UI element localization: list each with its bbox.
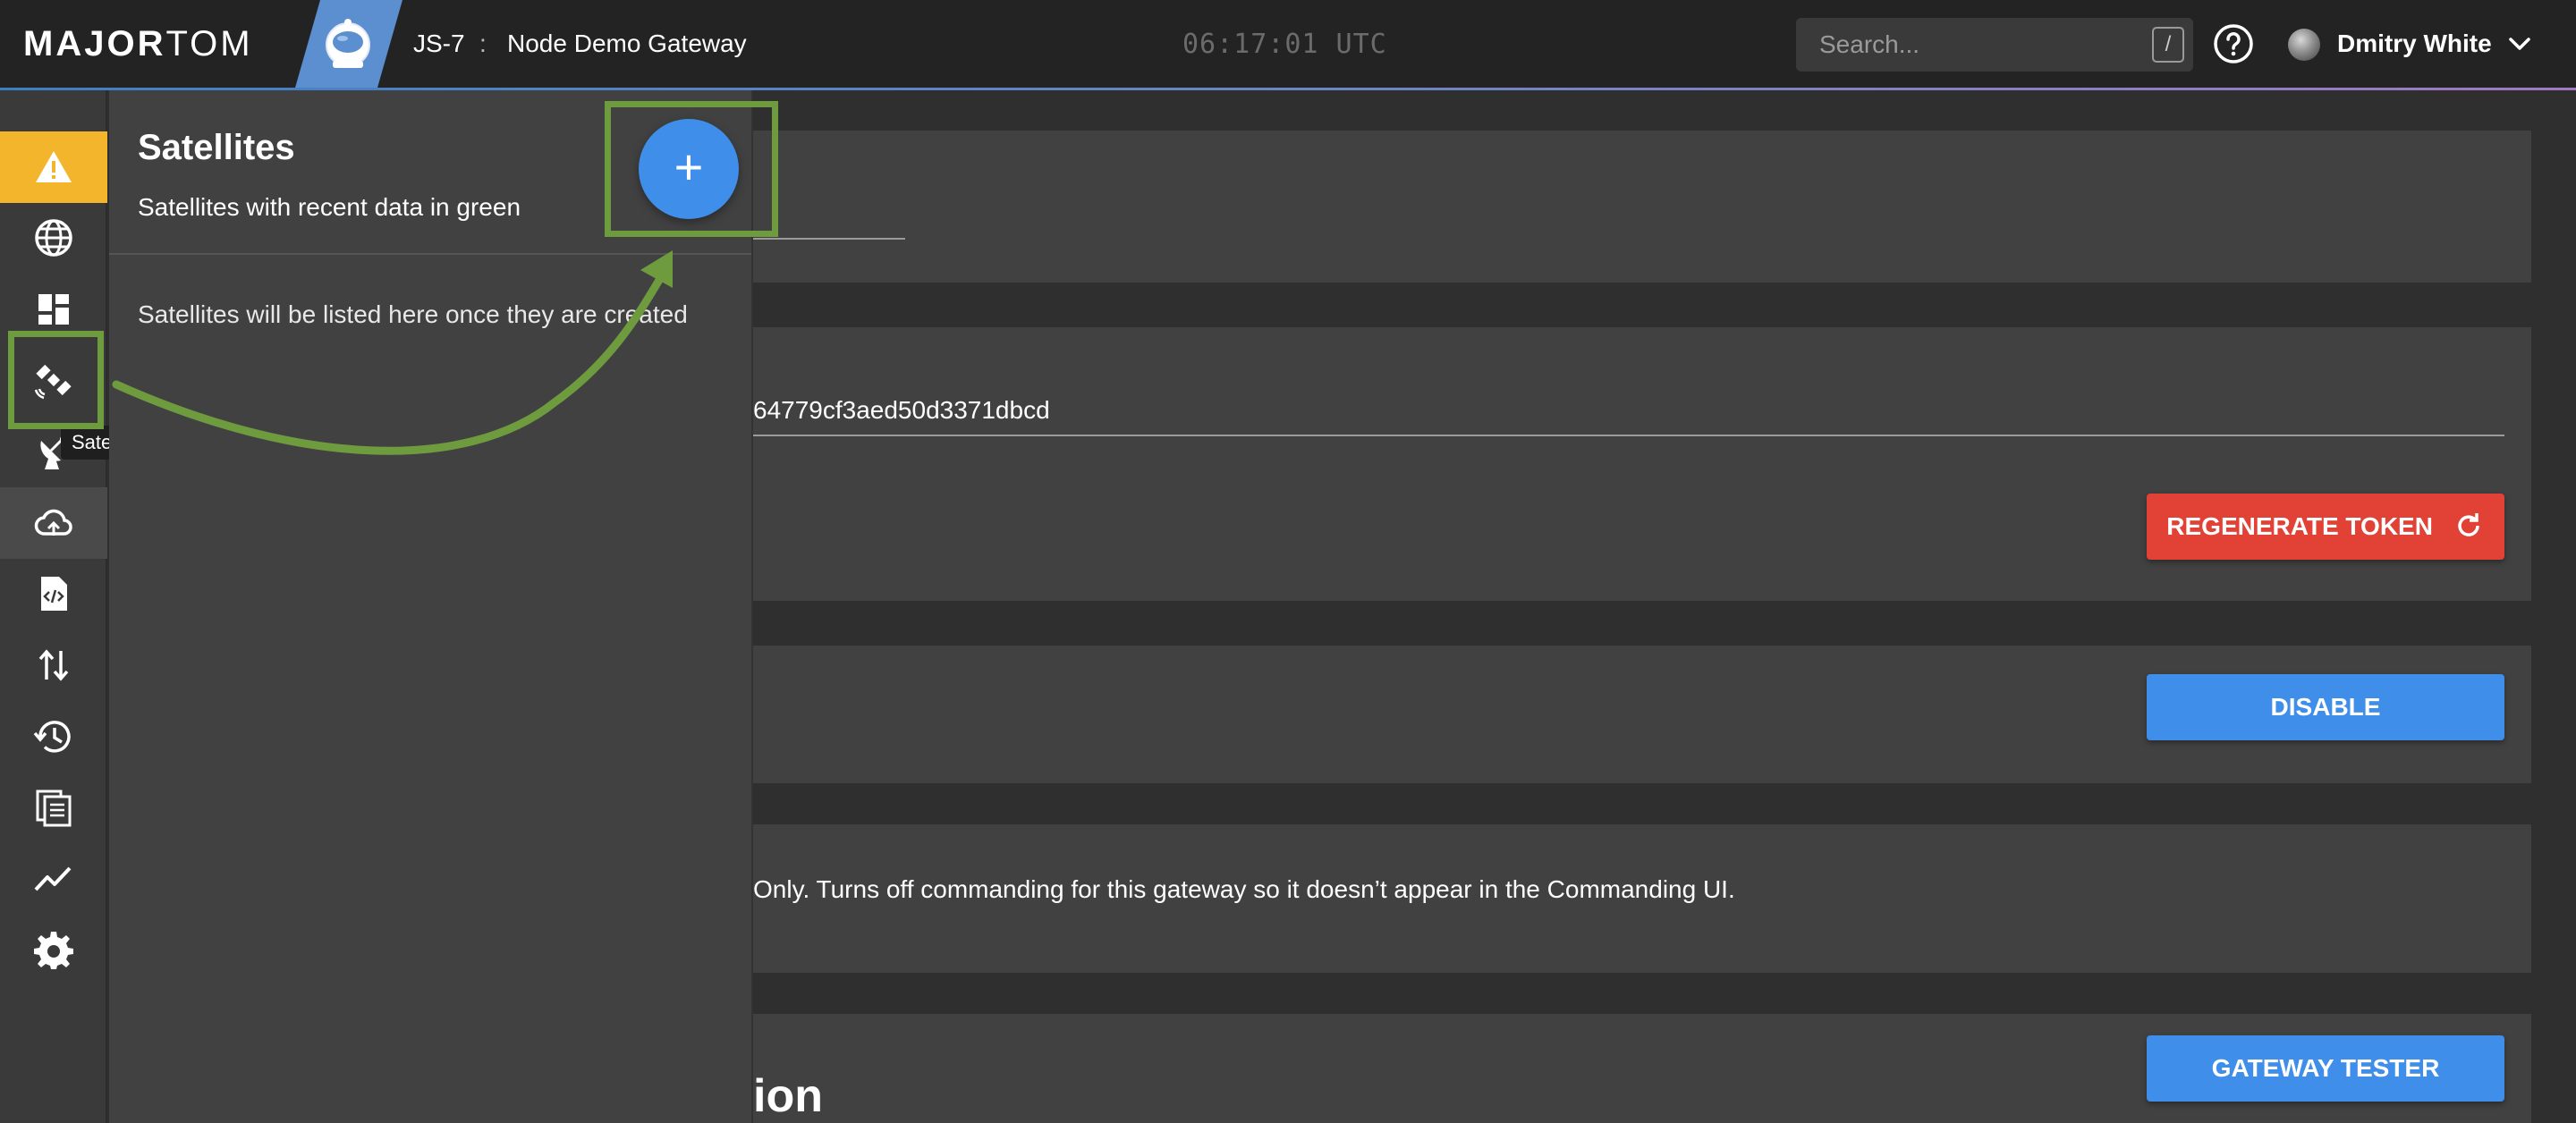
nav-item-scripts[interactable] bbox=[0, 558, 107, 629]
search-input[interactable] bbox=[1819, 29, 2123, 61]
avatar[interactable] bbox=[2288, 29, 2320, 61]
token-field-underline bbox=[753, 435, 2504, 436]
logo-tom-text: TOM bbox=[165, 24, 253, 63]
nav-item-history[interactable] bbox=[0, 701, 107, 773]
nav-item-gateways[interactable] bbox=[0, 487, 107, 559]
readonly-description: Only. Turns off commanding for this gate… bbox=[753, 875, 1735, 903]
majortom-logo[interactable]: MAJORTOM bbox=[23, 23, 253, 64]
nav-item-file-transfer[interactable] bbox=[0, 629, 107, 701]
satellites-panel: Satellites Satellites with recent data i… bbox=[109, 90, 753, 1123]
disable-card: DISABLE bbox=[753, 646, 2531, 783]
annotation-highlight-satellites-nav bbox=[8, 331, 104, 429]
nav-item-metrics[interactable] bbox=[0, 843, 107, 915]
dashboard-icon bbox=[38, 294, 69, 325]
astronaut-helmet-icon bbox=[326, 19, 370, 68]
alert-icon bbox=[36, 151, 72, 182]
top-bar: MAJORTOM JS-7 : Node Demo Gateway 06:17:… bbox=[0, 0, 2576, 88]
transfer-icon bbox=[38, 649, 69, 681]
annotation-highlight-add-button bbox=[605, 101, 778, 237]
nav-item-alerts[interactable] bbox=[0, 131, 107, 203]
gateway-separator: : bbox=[479, 30, 487, 57]
satellites-panel-divider bbox=[109, 253, 751, 255]
utc-clock: 06:17:01 UTC bbox=[1182, 29, 1387, 60]
token-card: 64779cf3aed50d3371dbcd REGENERATE TOKEN bbox=[753, 327, 2531, 601]
search-box[interactable]: / bbox=[1796, 18, 2193, 72]
gateway-tester-card: GATEWAY TESTER ion bbox=[753, 1014, 2531, 1123]
left-nav bbox=[0, 90, 107, 1123]
user-name[interactable]: Dmitry White bbox=[2337, 27, 2492, 61]
regenerate-token-label: REGENERATE TOKEN bbox=[2166, 512, 2433, 540]
cloud-sync-icon bbox=[34, 509, 72, 536]
token-field[interactable]: 64779cf3aed50d3371dbcd bbox=[753, 393, 1050, 427]
name-field-underline[interactable] bbox=[753, 238, 905, 240]
nav-item-documents[interactable] bbox=[0, 772, 107, 843]
nav-item-globe[interactable] bbox=[0, 202, 107, 274]
code-file-icon bbox=[41, 577, 67, 611]
disable-button[interactable]: DISABLE bbox=[2147, 674, 2504, 740]
refresh-icon bbox=[2457, 512, 2479, 536]
satellites-panel-title: Satellites bbox=[138, 128, 295, 167]
chart-line-icon bbox=[34, 866, 72, 891]
help-circle-icon[interactable] bbox=[2212, 22, 2255, 65]
gear-icon bbox=[34, 932, 73, 969]
documents-icon bbox=[36, 789, 72, 827]
satellites-panel-subtitle: Satellites with recent data in green bbox=[138, 193, 521, 221]
logo-major-text: MAJOR bbox=[23, 24, 166, 63]
gateway-name-card bbox=[753, 131, 2531, 283]
nav-item-settings[interactable] bbox=[0, 914, 107, 985]
gateway-tester-button[interactable]: GATEWAY TESTER bbox=[2147, 1035, 2504, 1102]
section-heading: ion bbox=[753, 1070, 823, 1122]
chevron-down-icon[interactable] bbox=[2506, 30, 2533, 57]
satellites-empty-message: Satellites will be listed here once they… bbox=[138, 300, 688, 328]
history-icon bbox=[33, 721, 71, 753]
regenerate-token-button[interactable]: REGENERATE TOKEN bbox=[2147, 494, 2504, 560]
globe-icon bbox=[35, 219, 72, 257]
gateway-id[interactable]: JS-7 bbox=[413, 27, 465, 61]
readonly-card: Only. Turns off commanding for this gate… bbox=[753, 824, 2531, 973]
search-shortcut-key: / bbox=[2152, 27, 2184, 63]
gateway-name[interactable]: Node Demo Gateway bbox=[507, 27, 747, 61]
